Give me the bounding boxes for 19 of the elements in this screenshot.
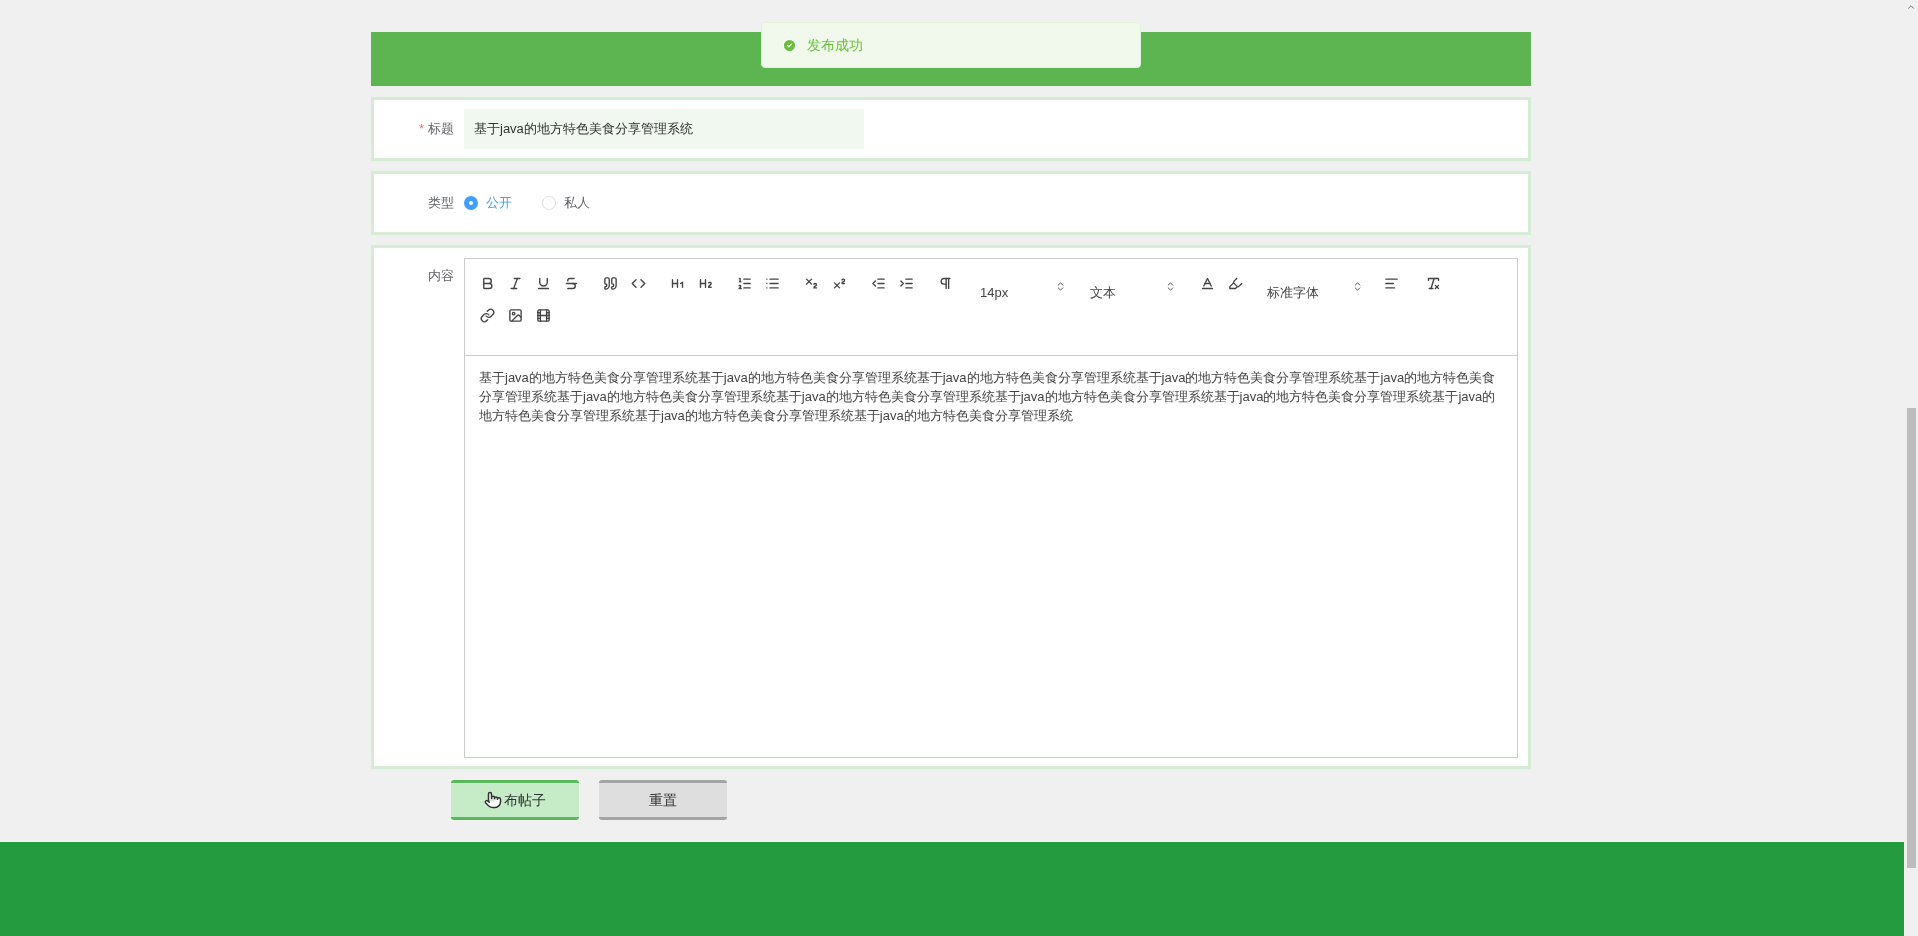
required-mark: * xyxy=(418,121,424,137)
toolbar-dropdown[interactable]: 标准字体 xyxy=(1259,281,1367,305)
field-label: 内容 xyxy=(427,267,455,285)
success-icon xyxy=(782,37,797,53)
toolbar-dropdown[interactable]: 14px xyxy=(972,281,1070,305)
toast-message: 发布成功 xyxy=(807,35,863,55)
field-label: 类型 xyxy=(427,194,455,213)
reset-button[interactable]: 重置 xyxy=(599,780,727,820)
sort-arrows-icon xyxy=(1352,280,1363,292)
editor-text[interactable]: 基于java的地方特色美食分享管理系统基于java的地方特色美食分享管理系统基于java的地方特色美食分享管理系统基于java的地方特色美食分享管理系统基于java的地方特色美食分享管理系统基于java的地方特色美食分享管理系统基于java的地方特色美食分享管理系统基于java的地方特色美食分享管理系统基于java的地方特色美食分享管理系统基于java的地方特色美食分享管理系统基于java的地方特色美食分享管理系统基于java的地方特色美食分享管理系统 xyxy=(465,356,1517,437)
toolbar-dropdown[interactable]: 文本 xyxy=(1082,281,1180,305)
sort-arrows-icon xyxy=(1055,280,1066,292)
field-label: 标题 xyxy=(428,121,454,137)
title-input[interactable]: 基于java的地方特色美食分享管理系统 xyxy=(464,109,864,149)
radio-option[interactable]: 私人 xyxy=(542,193,590,213)
publish-button[interactable]: 布帖子 xyxy=(451,780,579,820)
scroll-up-icon[interactable] xyxy=(1906,2,1916,12)
hand-cursor-icon xyxy=(484,791,502,809)
sort-arrows-icon xyxy=(1165,280,1176,292)
